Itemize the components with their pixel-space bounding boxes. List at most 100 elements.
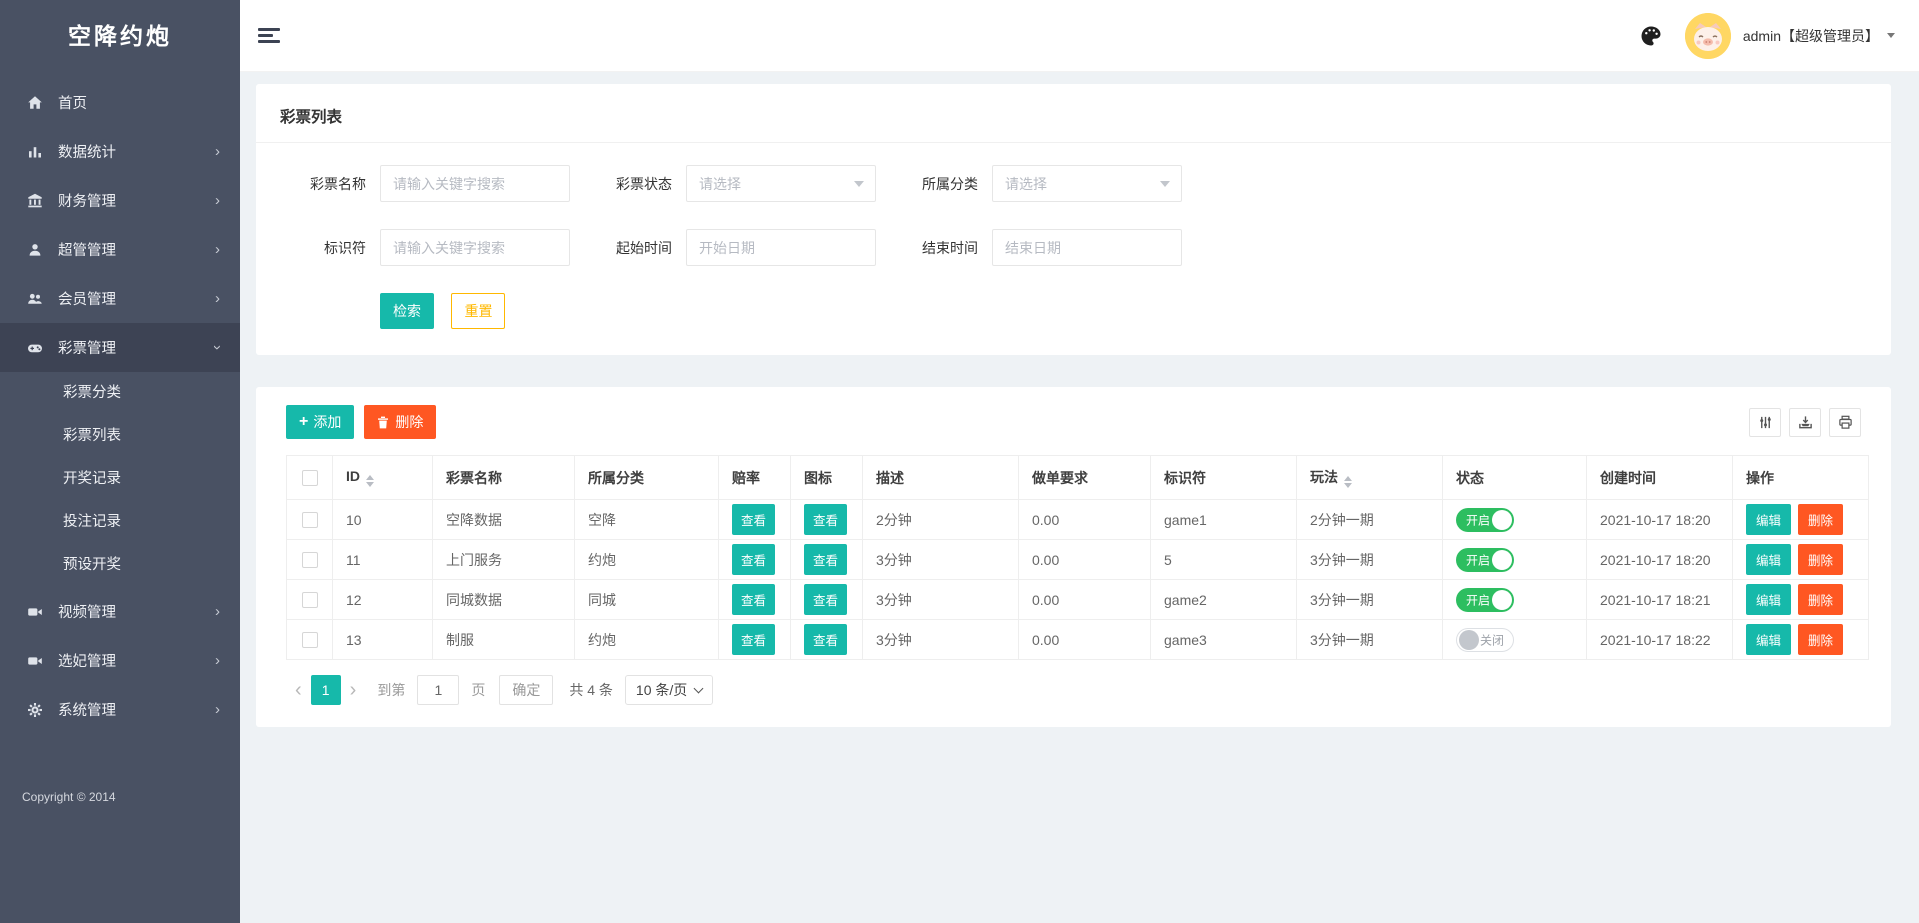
cell-play: 3分钟一期 (1296, 539, 1443, 580)
view-icon-button[interactable]: 查看 (804, 544, 848, 575)
lottery-status-select[interactable]: 请选择 (686, 165, 876, 202)
sidebar-item-statistics[interactable]: 数据统计 › (0, 127, 240, 176)
table-row: 10 空降数据 空降 查看 查看 2分钟 0.00 game1 2分钟一期 开启… (286, 499, 1869, 540)
select-all-checkbox[interactable] (301, 470, 318, 487)
table-row: 13 制服 约炮 查看 查看 3分钟 0.00 game3 3分钟一期 关闭 2… (286, 619, 1869, 660)
delete-button[interactable]: 删除 (1798, 544, 1844, 575)
submenu-item-preset-draw[interactable]: 预设开奖 (0, 544, 240, 587)
sort-icon[interactable] (1344, 476, 1352, 488)
start-date-input[interactable] (686, 229, 876, 266)
row-checkbox[interactable] (301, 592, 318, 609)
lottery-name-input[interactable] (380, 165, 570, 202)
start-time-label: 起始时间 (616, 239, 672, 256)
sidebar-item-system[interactable]: 系统管理 › (0, 685, 240, 734)
user-dropdown-caret-icon[interactable] (1887, 33, 1895, 38)
gamepad-icon (26, 339, 43, 356)
sidebar-item-concubine[interactable]: 选妃管理 › (0, 636, 240, 685)
status-toggle[interactable]: 开启 (1456, 587, 1514, 612)
sidebar-item-video[interactable]: 视频管理 › (0, 587, 240, 636)
column-requirement: 做单要求 (1018, 455, 1151, 500)
chevron-right-icon: › (215, 192, 220, 209)
current-page-button[interactable]: 1 (310, 675, 341, 705)
row-checkbox[interactable] (301, 552, 318, 569)
identifier-input[interactable] (380, 229, 570, 266)
theme-palette-icon[interactable] (1639, 24, 1663, 48)
view-odds-button[interactable]: 查看 (732, 624, 776, 655)
cell-category: 约炮 (574, 539, 719, 580)
sidebar-item-members[interactable]: 会员管理 › (0, 274, 240, 323)
username-label[interactable]: admin【超级管理员】 (1743, 26, 1879, 46)
status-toggle[interactable]: 开启 (1456, 547, 1514, 572)
cell-play: 3分钟一期 (1296, 579, 1443, 620)
submenu-item-lottery-category[interactable]: 彩票分类 (0, 372, 240, 415)
status-toggle[interactable]: 开启 (1456, 507, 1514, 532)
cell-desc: 3分钟 (862, 579, 1019, 620)
sort-icon[interactable] (366, 475, 374, 487)
submenu-item-draw-records[interactable]: 开奖记录 (0, 458, 240, 501)
delete-button[interactable]: 删除 (1798, 584, 1844, 615)
row-checkbox[interactable] (301, 512, 318, 529)
delete-button[interactable]: 删除 (1798, 504, 1844, 535)
edit-button[interactable]: 编辑 (1746, 544, 1792, 575)
cell-id: 10 (332, 499, 433, 540)
cell-created: 2021-10-17 18:20 (1586, 539, 1733, 580)
chevron-right-icon: › (215, 241, 220, 258)
view-odds-button[interactable]: 查看 (732, 544, 776, 575)
view-icon-button[interactable]: 查看 (804, 584, 848, 615)
table-row: 11 上门服务 约炮 查看 查看 3分钟 0.00 5 3分钟一期 开启 202… (286, 539, 1869, 580)
print-icon[interactable] (1829, 407, 1861, 437)
chevron-right-icon: › (215, 143, 220, 160)
sidebar-item-lottery[interactable]: 彩票管理 › (0, 323, 240, 372)
cell-play: 2分钟一期 (1296, 499, 1443, 540)
delete-button[interactable]: 删除 (1798, 624, 1844, 655)
cell-requirement: 0.00 (1018, 539, 1151, 580)
lottery-name-label: 彩票名称 (310, 175, 366, 192)
edit-button[interactable]: 编辑 (1746, 584, 1792, 615)
sidebar-item-label: 彩票管理 (58, 341, 116, 357)
column-status: 状态 (1442, 455, 1587, 500)
pagination: ‹ 1 › 到第 页 确定 共 4 条 10 条/页 (286, 675, 1861, 705)
export-icon[interactable] (1789, 407, 1821, 437)
row-checkbox[interactable] (301, 632, 318, 649)
reset-button[interactable]: 重置 (451, 293, 506, 329)
submenu-item-lottery-list[interactable]: 彩票列表 (0, 415, 240, 458)
users-icon (26, 290, 43, 307)
user-avatar[interactable] (1684, 12, 1731, 59)
goto-page-input[interactable] (417, 675, 460, 705)
submenu-item-bet-records[interactable]: 投注记录 (0, 501, 240, 544)
toggle-knob (1492, 589, 1512, 610)
sidebar-item-home[interactable]: 首页 (0, 78, 240, 127)
search-button[interactable]: 检索 (380, 293, 434, 329)
prev-page-icon[interactable]: ‹ (286, 680, 311, 700)
sidebar-item-superadmin[interactable]: 超管管理 › (0, 225, 240, 274)
video-camera-icon (26, 652, 43, 669)
column-operations: 操作 (1732, 455, 1869, 500)
view-odds-button[interactable]: 查看 (732, 584, 776, 615)
confirm-page-button[interactable]: 确定 (499, 675, 554, 705)
cell-category: 约炮 (574, 619, 719, 660)
filter-columns-icon[interactable] (1749, 407, 1781, 437)
batch-delete-button[interactable]: 删除 (364, 405, 437, 439)
video-camera-icon (26, 603, 43, 620)
sidebar-item-label: 选妃管理 (58, 654, 116, 670)
cell-identifier: game2 (1150, 579, 1297, 620)
edit-button[interactable]: 编辑 (1746, 624, 1792, 655)
view-odds-button[interactable]: 查看 (732, 504, 776, 535)
page-size-select[interactable]: 10 条/页 (624, 675, 714, 705)
view-icon-button[interactable]: 查看 (804, 504, 848, 535)
table-card: + 添加 删除 ID 彩票名称 所属分类 赔率 图标 描述 做单要求 标识符 玩… (256, 387, 1891, 727)
column-identifier: 标识符 (1150, 455, 1297, 500)
category-select[interactable]: 请选择 (992, 165, 1182, 202)
page-content: 彩票列表 彩票名称 彩票状态 请选择 所属分类 (240, 72, 1919, 923)
edit-button[interactable]: 编辑 (1746, 504, 1792, 535)
sidebar-item-label: 系统管理 (58, 703, 116, 719)
view-icon-button[interactable]: 查看 (804, 624, 848, 655)
end-date-input[interactable] (992, 229, 1182, 266)
add-button[interactable]: + 添加 (286, 405, 355, 439)
next-page-icon[interactable]: › (341, 680, 366, 700)
goto-suffix-label: 页 (471, 682, 486, 698)
status-toggle[interactable]: 关闭 (1456, 627, 1514, 652)
sidebar-item-finance[interactable]: 财务管理 › (0, 176, 240, 225)
menu-toggle-icon[interactable] (258, 28, 280, 43)
cell-identifier: game3 (1150, 619, 1297, 660)
